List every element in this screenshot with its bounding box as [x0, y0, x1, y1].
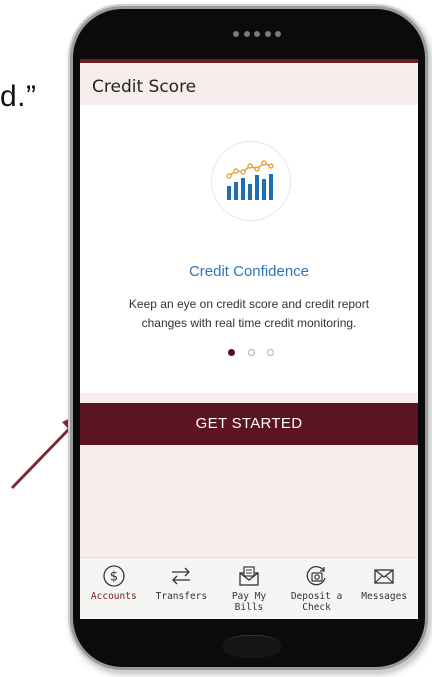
- get-started-button[interactable]: GET STARTED: [80, 403, 418, 445]
- pager-dot[interactable]: [247, 349, 255, 356]
- tab-label: Messages: [361, 591, 408, 602]
- brand-top-bar: [80, 59, 418, 63]
- pager-dot[interactable]: [267, 349, 274, 356]
- svg-text:$: $: [110, 570, 118, 585]
- phone-frame: Credit Score Credit Confidence Keep an e…: [70, 6, 428, 670]
- tab-label: Transfers: [155, 591, 208, 602]
- camera-deposit-icon: [306, 566, 326, 586]
- credit-chart-icon: [211, 141, 291, 221]
- dollar-circle-icon: $: [103, 565, 125, 587]
- transfer-arrows-icon: [172, 567, 191, 585]
- bill-envelope-icon: [239, 566, 259, 586]
- feature-card: Credit Confidence Keep an eye on credit …: [80, 105, 418, 393]
- mail-envelope-icon: [374, 569, 394, 584]
- card-description: Keep an eye on credit score and credit r…: [128, 297, 370, 330]
- tab-label: Pay My Bills: [231, 591, 267, 613]
- tab-deposit-a-check[interactable]: Deposit a Check: [283, 558, 351, 619]
- phone-home-button[interactable]: [222, 635, 282, 658]
- tab-messages[interactable]: Messages: [350, 558, 418, 619]
- page-title: Credit Score: [92, 77, 197, 97]
- card-title: Credit Confidence: [188, 263, 310, 280]
- tab-label: Accounts: [90, 591, 137, 602]
- tab-pay-my-bills[interactable]: Pay My Bills: [215, 558, 283, 619]
- app-screen: Credit Score Credit Confidence Keep an e…: [80, 59, 418, 619]
- partial-instruction-text: d.”: [0, 80, 37, 113]
- pager-dot[interactable]: [228, 349, 235, 356]
- bottom-tab-bar: $ Accounts Transfers Pay My Bills Deposi…: [80, 557, 418, 619]
- tab-accounts[interactable]: $ Accounts: [80, 558, 148, 619]
- tab-transfers[interactable]: Transfers: [148, 558, 216, 619]
- phone-speaker: [233, 30, 281, 38]
- tab-label: Deposit a Check: [290, 591, 343, 613]
- carousel-pager[interactable]: [228, 349, 274, 356]
